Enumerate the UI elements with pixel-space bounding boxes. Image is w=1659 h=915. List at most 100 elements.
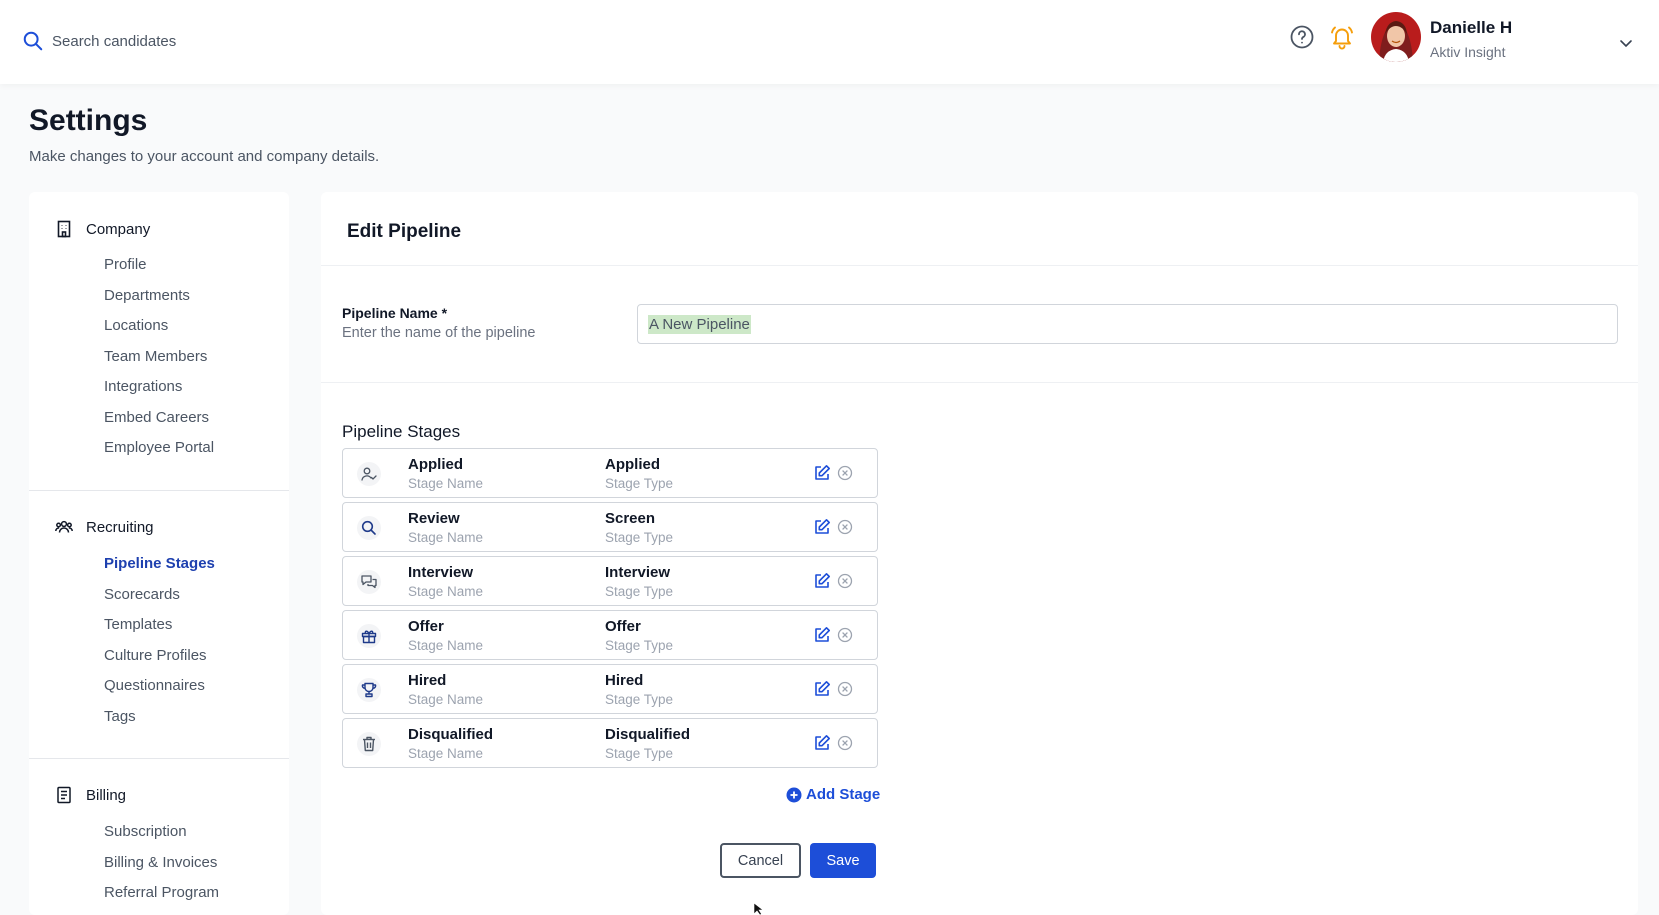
remove-circle-icon[interactable]	[837, 573, 853, 589]
sidebar-section-label: Recruiting	[86, 518, 154, 536]
panel-title: Edit Pipeline	[347, 221, 462, 242]
pipeline-name-input[interactable]: A New Pipeline	[637, 304, 1618, 344]
sidebar-item-billing-invoices[interactable]: Billing & Invoices	[104, 854, 217, 871]
stage-type: Disqualified	[605, 726, 691, 743]
stage-row: Interview Stage Name Interview Stage Typ…	[342, 556, 878, 606]
receipt-icon	[57, 786, 71, 804]
stage-type-caption: Stage Type	[605, 530, 674, 545]
stage-type: Screen	[605, 510, 656, 527]
remove-circle-icon[interactable]	[837, 735, 853, 751]
sidebar-divider	[29, 490, 289, 491]
stage-row: Offer Stage Name Offer Stage Type	[342, 610, 878, 660]
stage-name-caption: Stage Name	[408, 638, 484, 653]
page-title: Settings	[29, 104, 148, 137]
sidebar-item-referral-program[interactable]: Referral Program	[104, 884, 219, 901]
search-icon	[23, 31, 43, 51]
sidebar-item-pipeline-stages[interactable]: Pipeline Stages	[104, 555, 215, 572]
page-subtitle: Make changes to your account and company…	[29, 148, 380, 165]
avatar[interactable]	[1371, 12, 1421, 62]
stage-name: Hired	[408, 672, 447, 689]
edit-icon[interactable]	[813, 680, 831, 698]
edit-pipeline-panel: Edit Pipeline Pipeline Name * Enter the …	[321, 192, 1638, 915]
remove-circle-icon[interactable]	[837, 465, 853, 481]
sidebar-section-billing: Billing	[55, 786, 126, 804]
sidebar-item-profile[interactable]: Profile	[104, 256, 147, 273]
pipeline-name-label: Pipeline Name *	[342, 305, 448, 321]
sidebar-item-subscription[interactable]: Subscription	[104, 823, 187, 840]
edit-icon[interactable]	[813, 626, 831, 644]
panel-divider	[321, 265, 1638, 266]
bell-icon[interactable]	[1328, 23, 1356, 51]
stage-type-caption: Stage Type	[605, 638, 674, 653]
stage-name-caption: Stage Name	[408, 476, 484, 491]
sidebar-item-culture-profiles[interactable]: Culture Profiles	[104, 647, 207, 664]
stage-row: Disqualified Stage Name Disqualified Sta…	[342, 718, 878, 768]
sidebar-item-questionnaires[interactable]: Questionnaires	[104, 677, 205, 694]
save-button[interactable]: Save	[810, 843, 876, 878]
sidebar-section-company: Company	[55, 220, 150, 238]
trash-icon	[357, 732, 381, 756]
stage-type: Offer	[605, 618, 641, 635]
sidebar-section-label: Billing	[86, 786, 127, 804]
stage-name: Offer	[408, 618, 444, 635]
stage-name: Applied	[408, 456, 463, 473]
panel-divider	[321, 382, 1638, 383]
stage-name: Disqualified	[408, 726, 494, 743]
stage-type: Applied	[605, 456, 660, 473]
stage-row: Applied Stage Name Applied Stage Type	[342, 448, 878, 498]
sidebar-item-employee-portal[interactable]: Employee Portal	[104, 439, 214, 456]
stage-name-caption: Stage Name	[408, 746, 484, 761]
plus-circle-icon	[786, 787, 802, 802]
stage-row: Review Stage Name Screen Stage Type	[342, 502, 878, 552]
stage-name-caption: Stage Name	[408, 584, 484, 599]
sidebar-item-departments[interactable]: Departments	[104, 287, 190, 304]
edit-icon[interactable]	[813, 734, 831, 752]
stage-name: Review	[408, 510, 460, 527]
user-name: Danielle H	[1430, 18, 1513, 37]
user-company: Aktiv Insight	[1430, 44, 1506, 60]
settings-sidebar: Company Profile Departments Locations Te…	[29, 192, 289, 915]
edit-icon[interactable]	[813, 464, 831, 482]
help-icon[interactable]	[1289, 24, 1315, 50]
cancel-button[interactable]: Cancel	[720, 843, 801, 878]
gift-icon	[357, 624, 381, 648]
remove-circle-icon[interactable]	[837, 627, 853, 643]
trophy-icon	[357, 678, 381, 702]
users-icon	[55, 520, 73, 533]
building-icon	[57, 220, 71, 238]
top-bar: Danielle H Aktiv Insight	[0, 0, 1659, 84]
sidebar-section-label: Company	[86, 220, 151, 238]
stage-name: Interview	[408, 564, 474, 581]
chevron-down-icon[interactable]	[1618, 35, 1634, 51]
pipeline-name-value: A New Pipeline	[648, 314, 751, 334]
edit-icon[interactable]	[813, 572, 831, 590]
sidebar-item-locations[interactable]: Locations	[104, 317, 168, 334]
stage-type: Interview	[605, 564, 671, 581]
stage-type: Hired	[605, 672, 644, 689]
add-stage-button[interactable]: Add Stage	[786, 786, 880, 803]
search-icon	[357, 516, 381, 540]
stage-type-caption: Stage Type	[605, 476, 674, 491]
sidebar-item-templates[interactable]: Templates	[104, 616, 172, 633]
search-box[interactable]	[22, 30, 312, 52]
stage-type-caption: Stage Type	[605, 746, 674, 761]
remove-circle-icon[interactable]	[837, 681, 853, 697]
user-check-icon	[357, 462, 381, 486]
sidebar-section-recruiting: Recruiting	[55, 518, 154, 536]
sidebar-item-tags[interactable]: Tags	[104, 708, 136, 725]
edit-icon[interactable]	[813, 518, 831, 536]
stage-name-caption: Stage Name	[408, 692, 484, 707]
stage-row: Hired Stage Name Hired Stage Type	[342, 664, 878, 714]
remove-circle-icon[interactable]	[837, 519, 853, 535]
sidebar-item-embed-careers[interactable]: Embed Careers	[104, 409, 209, 426]
stage-type-caption: Stage Type	[605, 692, 674, 707]
sidebar-item-scorecards[interactable]: Scorecards	[104, 586, 180, 603]
search-input[interactable]	[52, 32, 312, 50]
sidebar-item-integrations[interactable]: Integrations	[104, 378, 182, 395]
stage-name-caption: Stage Name	[408, 530, 484, 545]
sidebar-item-team-members[interactable]: Team Members	[104, 348, 207, 365]
pipeline-stages-title: Pipeline Stages	[342, 422, 461, 441]
pipeline-name-help: Enter the name of the pipeline	[342, 325, 536, 341]
sidebar-divider	[29, 758, 289, 759]
add-stage-label: Add Stage	[806, 786, 881, 803]
